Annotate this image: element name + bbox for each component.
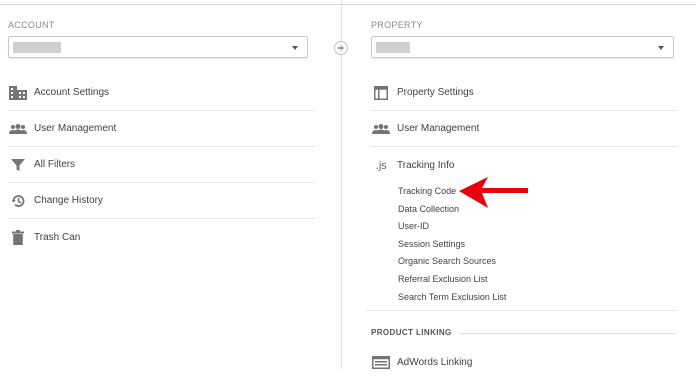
js-icon: .js [375,158,387,172]
property-selector[interactable] [371,36,674,58]
menu-item-label: User Management [34,123,117,134]
account-label: ACCOUNT [8,20,55,30]
property-user-management-link[interactable]: User Management [371,111,677,147]
building-icon [9,85,27,100]
organic-search-sources-link[interactable]: Organic Search Sources [398,256,496,266]
trash-icon [9,229,27,245]
chevron-down-icon [292,46,298,50]
menu-item-label: Change History [34,195,103,206]
menu-item-label: Property Settings [397,87,474,98]
annotation-arrow [459,177,528,208]
tracking-code-link[interactable]: Tracking Code [398,186,456,196]
column-divider [341,0,342,369]
account-user-management-link[interactable]: User Management [8,111,315,147]
change-history-link[interactable]: Change History [8,183,315,219]
adwords-linking-link[interactable]: AdWords Linking [371,344,677,380]
account-settings-link[interactable]: Account Settings [8,75,315,111]
history-icon [9,194,27,208]
account-selector-value [13,42,61,53]
menu-item-label: Trash Can [34,231,81,243]
filter-icon [9,158,27,172]
users-icon [372,122,390,136]
trash-can-link[interactable]: Trash Can [8,219,315,255]
menu-item-label: User Management [397,123,480,134]
users-icon [9,122,27,136]
account-selector[interactable] [8,36,308,58]
property-selector-value [376,42,410,53]
menu-item-label: Tracking Info [397,159,455,171]
property-settings-link[interactable]: Property Settings [371,75,677,111]
data-collection-link[interactable]: Data Collection [398,204,459,214]
top-rule [0,4,696,5]
menu-item-label: Account Settings [34,87,110,98]
menu-item-label: All Filters [34,159,76,170]
search-term-exclusion-list-link[interactable]: Search Term Exclusion List [398,292,506,302]
menu-item-label: AdWords Linking [397,356,473,368]
user-id-link[interactable]: User-ID [398,221,429,231]
arrow-right-icon [338,45,344,51]
all-filters-link[interactable]: All Filters [8,147,315,183]
section-divider [459,333,676,334]
referral-exclusion-list-link[interactable]: Referral Exclusion List [398,274,488,284]
layout-icon [372,85,390,100]
chevron-down-icon [658,46,664,50]
product-linking-heading: PRODUCT LINKING [371,328,452,337]
column-switch-button[interactable] [334,41,348,55]
tracking-group-divider [366,310,677,311]
session-settings-link[interactable]: Session Settings [398,239,465,249]
property-label: PROPERTY [371,20,423,30]
adwords-icon [372,355,390,369]
